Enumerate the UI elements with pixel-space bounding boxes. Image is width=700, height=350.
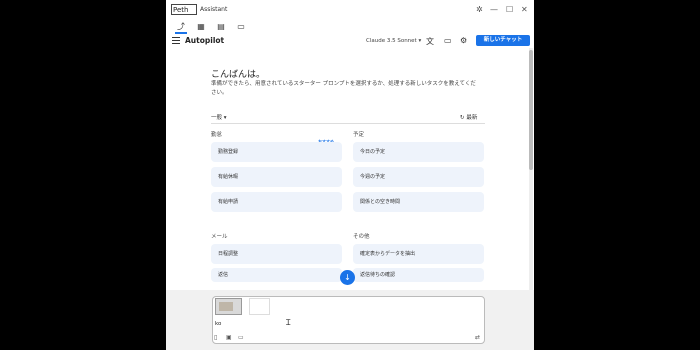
maximize-button[interactable]: ☐ [506,5,513,14]
prompt-card[interactable]: 確定表からデータを抽出 [353,244,484,264]
new-chat-button[interactable]: 新しいチャット [476,35,530,46]
model-selector[interactable]: Claude 3.5 Sonnet ▾ [366,38,421,44]
app-title: Assistant [200,6,228,13]
screen-icon[interactable]: ▭ [238,334,244,341]
greeting-subtitle: 準備ができたら、用意されているスターター プロンプトを選択するか、処理する新しい… [211,81,476,96]
prompt-card[interactable]: 関係との空き時間 [353,192,484,212]
attachment-thumbnail[interactable] [215,298,242,315]
image-icon[interactable]: ▣ [226,334,232,341]
prompt-card[interactable]: 有給申請 [211,192,342,212]
gear-icon[interactable]: ⚙ [460,36,467,45]
prompt-card[interactable]: 勤務登録 [211,142,342,162]
scrollbar-thumb[interactable] [529,50,533,170]
prompt-card[interactable]: 返信待ちの確認 [353,268,484,282]
category-filter[interactable]: 一般 ▾ [211,113,227,121]
tab-panel-icon[interactable]: ▤ [215,22,227,31]
settings-icon[interactable]: ✲ [476,5,483,14]
section-label: メール [211,234,228,240]
menu-icon[interactable] [172,37,180,44]
minimize-button[interactable]: — [490,5,498,14]
send-settings-icon[interactable]: ⇄ [475,334,480,341]
section-label: その他 [353,234,370,240]
prompt-card[interactable]: 返信 [211,268,342,282]
scroll-down-button[interactable]: ↓ [340,270,355,285]
greeting: こんばんは。 [211,70,266,80]
tab-pin-icon[interactable]: ⤴ [175,22,187,31]
translate-icon[interactable]: 文 [426,36,434,47]
text-cursor-icon: Ɪ [286,318,291,327]
app-window: Peth Assistant ✲ — ☐ ✕ ⤴ ▦ ▤ ▭ Autopilot… [166,0,534,350]
divider [211,123,485,124]
page-title: Autopilot [185,36,225,45]
section-label: 予定 [353,132,365,138]
attach-icon[interactable]: ▯ [214,334,217,341]
attachment-placeholder[interactable] [249,298,270,315]
prompt-card[interactable]: 今日の予定 [353,142,484,162]
prompt-card[interactable]: 今週の予定 [353,167,484,187]
tab-folder-icon[interactable]: ▭ [235,22,247,31]
message-text: ko [215,321,222,327]
chat-icon[interactable]: ▭ [444,36,452,45]
tab-grid-icon[interactable]: ▦ [195,22,207,31]
prompt-card[interactable]: 有給休暇 [211,167,342,187]
app-logo: Peth [171,4,197,15]
refresh-button[interactable]: ↻ 最新 [460,113,477,121]
prompt-card[interactable]: 日程調整 [211,244,342,264]
section-label: 勤怠 [211,132,223,138]
close-button[interactable]: ✕ [521,5,528,14]
